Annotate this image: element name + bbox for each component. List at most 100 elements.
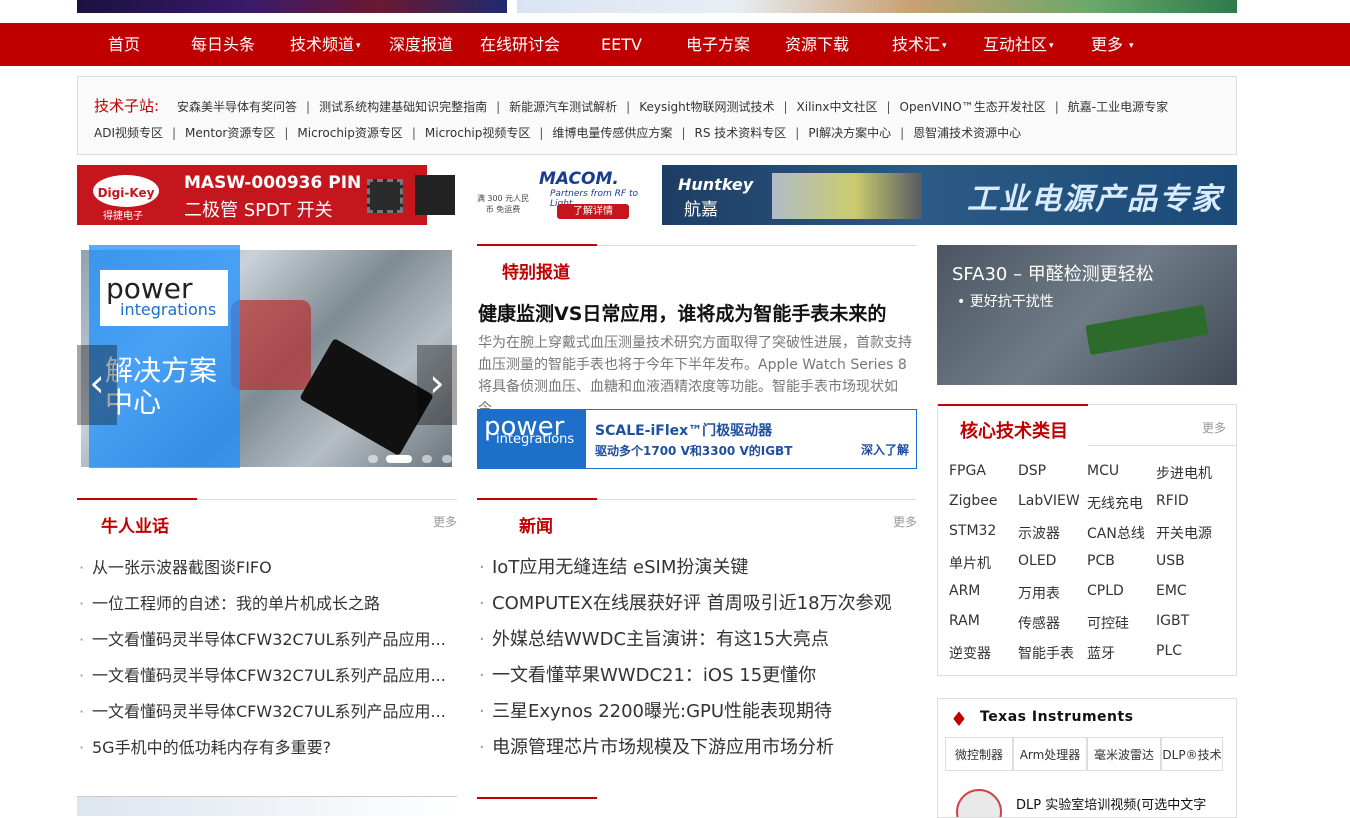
subsite-link[interactable]: ADI视频专区: [94, 126, 163, 140]
list-item[interactable]: 三星Exynos 2200曝光:GPU性能表现期待: [477, 694, 917, 730]
subsite-link[interactable]: 维博电量传感供应方案: [552, 126, 672, 140]
category-link[interactable]: CPLD: [1087, 583, 1124, 599]
nav-in-depth[interactable]: 深度报道: [389, 23, 453, 66]
category-link[interactable]: Zigbee: [949, 493, 997, 509]
category-link[interactable]: 传感器: [1018, 613, 1060, 633]
category-link[interactable]: USB: [1156, 553, 1185, 569]
category-link[interactable]: 开关电源: [1156, 523, 1212, 543]
category-link[interactable]: FPGA: [949, 463, 986, 479]
list-item[interactable]: 一文看懂码灵半导体CFW32C7UL系列产品应用...: [77, 694, 447, 730]
huntkey-ad-banner[interactable]: Huntkey 航嘉 工业电源产品专家: [662, 165, 1237, 225]
list-item[interactable]: 5G手机中的低功耗内存有多重要?: [77, 730, 447, 766]
subsite-link[interactable]: Mentor资源专区: [185, 126, 275, 140]
sfa30-ad[interactable]: SFA30 – 甲醛检测更轻松 • 更好抗干扰性: [937, 245, 1237, 385]
subsite-link[interactable]: PI解决方案中心: [808, 126, 891, 140]
nav-tech-hub[interactable]: 技术汇 ▾: [892, 23, 947, 66]
category-link[interactable]: DSP: [1018, 463, 1046, 479]
category-link[interactable]: PCB: [1087, 553, 1115, 569]
subsite-link[interactable]: 安森美半导体有奖问答: [177, 100, 297, 114]
category-link[interactable]: EMC: [1156, 583, 1187, 599]
nav-tech-channels[interactable]: 技术频道 ▾: [290, 23, 361, 66]
special-report-headline[interactable]: 健康监测VS日常应用，谁将成为智能手表未来的: [478, 299, 886, 326]
top-banner-left[interactable]: [77, 0, 507, 13]
ad-title: 工业电源产品专家: [967, 182, 1223, 217]
category-link[interactable]: STM32: [949, 523, 996, 539]
subsite-link[interactable]: 恩智浦技术资源中心: [913, 126, 1021, 140]
list-item[interactable]: 一位工程师的自述：我的单片机成长之路: [77, 586, 447, 622]
subsite-link[interactable]: 测试系统构建基础知识完整指南: [319, 100, 487, 114]
category-link[interactable]: 示波器: [1018, 523, 1060, 543]
nav-community[interactable]: 互动社区 ▾: [983, 23, 1054, 66]
category-link[interactable]: 蓝牙: [1087, 643, 1115, 663]
category-link[interactable]: 万用表: [1018, 583, 1060, 603]
category-link[interactable]: RAM: [949, 613, 980, 629]
top-banner-right[interactable]: [517, 0, 1237, 13]
bottom-ad-banner[interactable]: [77, 796, 457, 816]
category-link[interactable]: CAN总线: [1087, 523, 1145, 543]
list-item[interactable]: 电源管理芯片市场规模及下游应用市场分析: [477, 730, 917, 766]
category-link[interactable]: RFID: [1156, 493, 1189, 509]
subsite-link[interactable]: Xilinx中文社区: [797, 100, 878, 114]
list-item[interactable]: IoT应用无缝连结 eSIM扮演关键: [477, 550, 917, 586]
ti-tab[interactable]: 微控制器: [945, 737, 1013, 771]
digikey-ad-banner[interactable]: Digi-Key 得捷电子 MASW-000936 PIN 二极管 SPDT 开…: [77, 165, 652, 225]
ad-bullet: • 更好抗干扰性: [957, 294, 1054, 310]
learn-more-button[interactable]: 了解详情: [557, 204, 629, 219]
nav-downloads[interactable]: 资源下载: [785, 23, 849, 66]
niuren-more-link[interactable]: 更多: [433, 513, 457, 530]
category-link[interactable]: OLED: [1018, 553, 1056, 569]
nav-more[interactable]: 更多 ▾: [1091, 23, 1134, 66]
ti-tab[interactable]: Arm处理器: [1013, 737, 1087, 771]
list-item[interactable]: COMPUTEX在线展获好评 首周吸引近18万次参观: [477, 586, 917, 622]
subsites-row-2: ADI视频专区 | Mentor资源专区 | Microchip资源专区 | Microch…: [94, 124, 1021, 141]
subsite-link[interactable]: 新能源汽车测试解析: [509, 100, 617, 114]
ti-tab[interactable]: DLP®技术: [1161, 737, 1223, 771]
section-divider: [1088, 445, 1237, 446]
list-item[interactable]: 一文看懂苹果WWDC21：iOS 15更懂你: [477, 658, 917, 694]
carousel-prev-arrow-icon[interactable]: ‹: [77, 345, 117, 425]
category-link[interactable]: 智能手表: [1018, 643, 1074, 663]
nav-eetv[interactable]: EETV: [601, 23, 642, 66]
nav-daily-headlines[interactable]: 每日头条: [191, 23, 255, 66]
power-supply-image: [772, 173, 922, 219]
ti-item-link[interactable]: DLP 实验室培训视频(可选中文字: [1016, 794, 1206, 813]
nav-webinars[interactable]: 在线研讨会: [480, 23, 560, 66]
category-link[interactable]: 可控硅: [1087, 613, 1129, 633]
carousel-dot[interactable]: [368, 455, 378, 463]
core-more-link[interactable]: 更多: [1202, 419, 1226, 436]
category-link[interactable]: 无线充电: [1087, 493, 1143, 513]
category-link[interactable]: LabVIEW: [1018, 493, 1080, 509]
nav-solutions[interactable]: 电子方案: [686, 23, 750, 66]
category-link[interactable]: PLC: [1156, 643, 1182, 659]
list-item[interactable]: 一文看懂码灵半导体CFW32C7UL系列产品应用...: [77, 622, 447, 658]
category-link[interactable]: MCU: [1087, 463, 1119, 479]
subsite-link[interactable]: Microchip资源专区: [297, 126, 402, 140]
brake-caliper-image: [231, 300, 311, 390]
category-link[interactable]: 单片机: [949, 553, 991, 573]
carousel-dot[interactable]: [442, 455, 452, 463]
nav-home[interactable]: 首页: [108, 23, 140, 66]
list-item[interactable]: 一文看懂码灵半导体CFW32C7UL系列产品应用...: [77, 658, 447, 694]
subsite-link[interactable]: Keysight物联网测试技术: [639, 100, 774, 114]
carousel-next-arrow-icon[interactable]: ›: [417, 345, 457, 425]
category-link[interactable]: 步进电机: [1156, 463, 1212, 483]
subsite-link[interactable]: OpenVINO™生态开发社区: [900, 100, 1046, 114]
subsite-link[interactable]: RS 技术资料专区: [694, 126, 786, 140]
category-link[interactable]: ARM: [949, 583, 980, 599]
scale-iflex-ad[interactable]: power integrations SCALE-iFlex™门极驱动器 驱动多…: [477, 409, 917, 469]
list-item[interactable]: 外媒总结WWDC主旨演讲：有这15大亮点: [477, 622, 917, 658]
category-link[interactable]: 逆变器: [949, 643, 991, 663]
category-link[interactable]: IGBT: [1156, 613, 1189, 629]
list-item[interactable]: 从一张示波器截图谈FIFO: [77, 550, 447, 586]
subsite-link[interactable]: Microchip视频专区: [425, 126, 530, 140]
carousel-dot[interactable]: [422, 455, 432, 463]
main-nav: 首页 每日头条 技术频道 ▾ 深度报道 在线研讨会 EETV 电子方案 资源下载 …: [0, 23, 1350, 66]
ad-cta[interactable]: 深入了解: [861, 441, 909, 458]
news-more-link[interactable]: 更多: [893, 513, 917, 530]
subsite-link[interactable]: 航嘉-工业电源专家: [1068, 100, 1168, 114]
separator: |: [539, 126, 544, 140]
logo-sub: integrations: [120, 300, 217, 319]
ad-title: MASW-000936 PIN: [184, 173, 362, 193]
carousel-dot-active[interactable]: [386, 455, 412, 463]
ti-tab[interactable]: 毫米波雷达: [1087, 737, 1161, 771]
